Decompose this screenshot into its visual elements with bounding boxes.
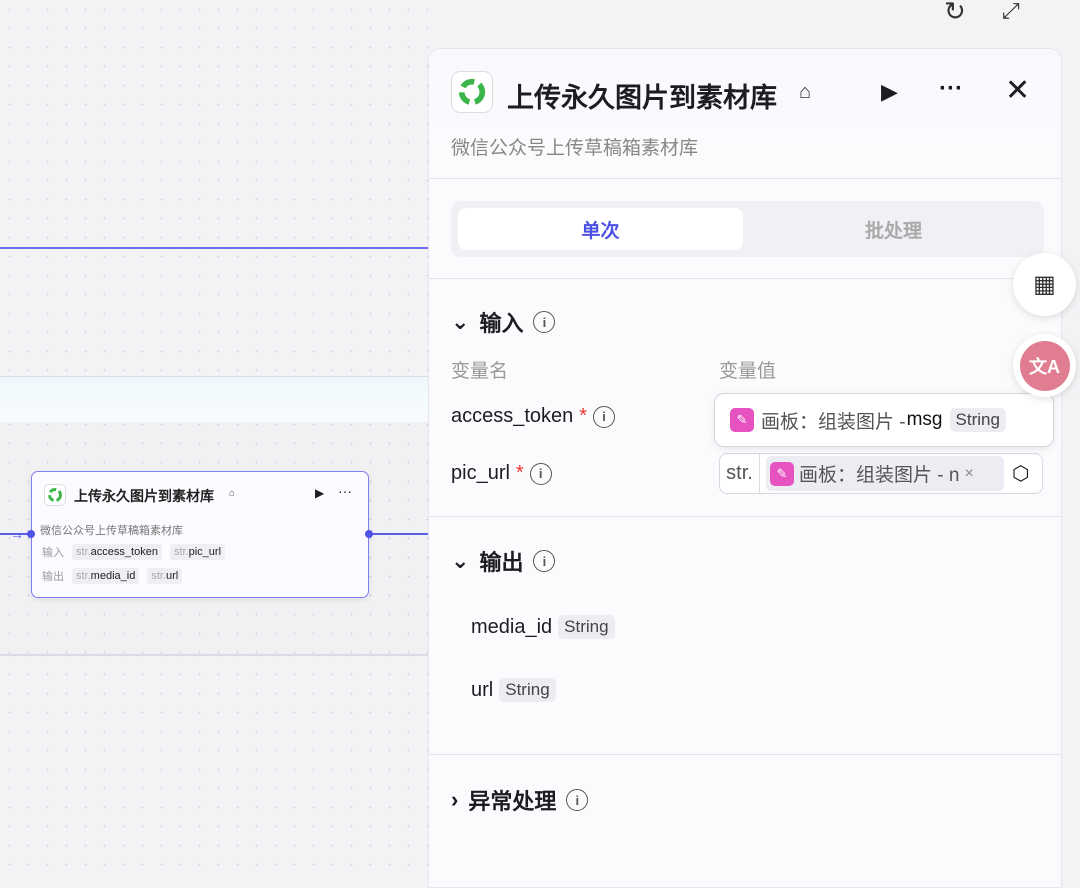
remove-ref-button[interactable]: × <box>964 465 973 483</box>
info-icon[interactable]: i <box>533 550 555 572</box>
panel-header: 上传永久图片到素材库 ⌂ ▶ ··· ✕ 微信公众号上传草稿箱素材库 <box>429 49 1061 179</box>
run-button[interactable]: ▶ <box>881 79 898 105</box>
input-chip: str.pic_url <box>170 544 225 560</box>
type-tag: String <box>950 408 1006 432</box>
variable-ref-chip: ✎画板：组装图片 - n× <box>766 456 1004 491</box>
info-icon[interactable]: i <box>533 311 555 333</box>
canvas-board-icon: ✎ <box>730 408 754 432</box>
output-chip: str.media_id <box>72 568 139 584</box>
output-url: urlString <box>471 678 556 702</box>
tab-batch[interactable]: 批处理 <box>751 208 1036 250</box>
pic-url-value-input[interactable]: str. ✎画板：组装图片 - n× ⬡ <box>719 453 1043 494</box>
refresh-icon[interactable]: ↻ <box>944 0 966 27</box>
param-pic-url: pic_url*i <box>451 462 552 485</box>
output-section-toggle[interactable]: ⌄ 输出 i <box>451 545 555 577</box>
error-section-toggle[interactable]: › 异常处理 i <box>451 784 588 816</box>
plugin-logo-icon <box>451 71 493 113</box>
node-config-panel: 上传永久图片到素材库 ⌂ ▶ ··· ✕ 微信公众号上传草稿箱素材库 单次 批处… <box>428 48 1062 888</box>
node-run-button[interactable]: ▶ <box>315 486 324 500</box>
connection-line <box>0 247 428 249</box>
panel-subtitle: 微信公众号上传草稿箱素材库 <box>451 133 698 160</box>
inputs-label: 输入 <box>42 544 64 560</box>
type-prefix: str. <box>720 454 760 493</box>
tab-single[interactable]: 单次 <box>458 208 743 250</box>
outgoing-edge <box>369 533 428 535</box>
chevron-down-icon: ⌄ <box>451 309 469 335</box>
info-icon[interactable]: i <box>566 789 588 811</box>
output-section-title: 输出 <box>479 545 523 577</box>
type-tag: String <box>499 678 555 702</box>
node-description: 微信公众号上传草稿箱素材库 <box>40 522 183 538</box>
node-more-button[interactable]: ··· <box>338 483 352 499</box>
translate-icon: 文A <box>1020 341 1070 391</box>
input-section-toggle[interactable]: ⌄ 输入 i <box>451 306 555 338</box>
param-access-token: access_token*i <box>451 405 615 428</box>
input-port[interactable] <box>27 530 35 538</box>
info-icon[interactable]: i <box>593 406 615 428</box>
output-port[interactable] <box>365 530 373 538</box>
variable-picker-icon[interactable]: ⬡ <box>1012 461 1029 486</box>
column-value-header: 变量值 <box>719 356 776 383</box>
canvas-board-icon: ✎ <box>770 462 794 486</box>
node-outputs: 输出 str.media_id str.url <box>42 568 182 584</box>
arrow-icon: → <box>10 526 24 542</box>
translate-button[interactable]: 文A <box>1013 334 1076 397</box>
store-icon: ⌂ <box>799 81 811 104</box>
expand-icon[interactable]: ⤢ <box>1002 0 1020 24</box>
error-section-title: 异常处理 <box>468 784 556 816</box>
output-chip: str.url <box>147 568 182 584</box>
node-inputs: 输入 str.access_token str.pic_url <box>42 544 225 560</box>
variable-option-tooltip[interactable]: ✎ 画板：组装图片 - msg String <box>714 393 1054 447</box>
type-tag: String <box>558 615 614 639</box>
option-label: 画板：组装图片 - <box>761 407 906 434</box>
workflow-node[interactable]: 上传永久图片到素材库 ⌂ ▶ ··· 微信公众号上传草稿箱素材库 输入 str.… <box>31 471 369 598</box>
more-button[interactable]: ··· <box>939 75 963 103</box>
input-chip: str.access_token <box>72 544 162 560</box>
store-icon: ⌂ <box>229 488 235 499</box>
panel-title: 上传永久图片到素材库 <box>507 76 777 115</box>
option-var: msg <box>907 409 943 431</box>
mode-tabs: 单次 批处理 <box>451 201 1044 257</box>
outputs-label: 输出 <box>42 568 64 584</box>
group-header <box>0 377 428 422</box>
apps-icon[interactable]: ▦ <box>1013 253 1076 316</box>
column-name-header: 变量名 <box>451 356 508 383</box>
node-title: 上传永久图片到素材库 <box>74 486 214 506</box>
chevron-right-icon: › <box>451 787 458 813</box>
info-icon[interactable]: i <box>530 463 552 485</box>
plugin-logo-icon <box>44 484 66 506</box>
close-button[interactable]: ✕ <box>1005 73 1030 108</box>
chevron-down-icon: ⌄ <box>451 548 469 574</box>
output-media-id: media_idString <box>471 615 615 639</box>
input-section-title: 输入 <box>479 306 523 338</box>
